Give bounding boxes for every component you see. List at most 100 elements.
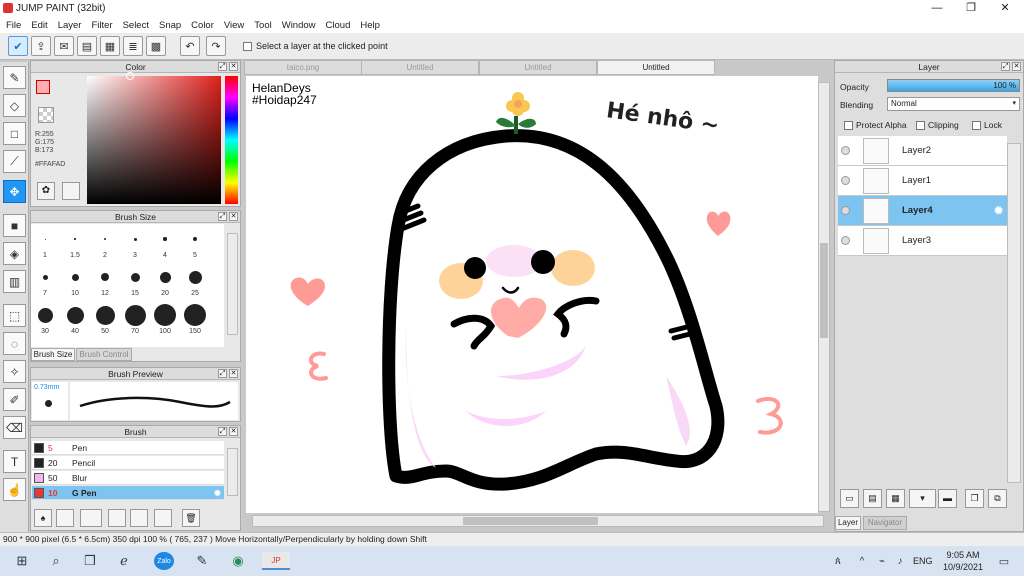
zalo-icon[interactable]: Zalo — [154, 552, 174, 570]
panel-float-icon[interactable]: ⤢ — [218, 212, 227, 221]
menu-snap[interactable]: Snap — [155, 20, 187, 31]
menu-color[interactable]: Color — [187, 20, 220, 31]
new-layer-image-icon[interactable]: ▤ — [863, 489, 882, 508]
edge-icon[interactable]: ℯ — [114, 552, 134, 570]
browser-icon[interactable]: ◉ — [228, 552, 248, 570]
brush-size-dot[interactable] — [188, 270, 202, 284]
brush-size-dot[interactable] — [101, 273, 109, 281]
menu-file[interactable]: File — [2, 20, 27, 31]
canvas-vscroll[interactable] — [818, 82, 830, 512]
fill-rect-icon[interactable]: ■ — [3, 214, 26, 237]
paint-icon[interactable]: ✎ — [192, 552, 212, 570]
layer-list-scrollbar[interactable] — [1007, 143, 1021, 483]
brush-menu-icon[interactable] — [80, 509, 102, 527]
visibility-icon[interactable] — [841, 206, 850, 215]
layer-row[interactable]: Layer3 — [838, 226, 1007, 256]
tab-navigator[interactable]: Navigator — [863, 516, 907, 530]
panel-close-icon[interactable]: ✕ — [229, 369, 238, 378]
menu-view[interactable]: View — [220, 20, 250, 31]
brush-size-dot[interactable] — [37, 307, 53, 323]
brush-item[interactable]: 5 Pen — [32, 441, 224, 455]
eyedropper-icon[interactable] — [62, 182, 80, 200]
tab-brush-size[interactable]: Brush Size — [31, 348, 75, 361]
protect-alpha-checkbox[interactable] — [844, 121, 853, 130]
menu-filter[interactable]: Filter — [87, 20, 118, 31]
brush-size-dot[interactable] — [133, 237, 137, 241]
brush-item-selected[interactable]: 10 G Pen ✹ — [32, 486, 224, 500]
layer-settings-icon[interactable]: ✹ — [993, 203, 1004, 219]
volume-icon[interactable]: ♪ — [890, 552, 910, 570]
brush-item[interactable]: 50 Blur — [32, 471, 224, 485]
move-tool-icon[interactable]: ✥ — [3, 180, 26, 203]
panel-close-icon[interactable]: ✕ — [229, 427, 238, 436]
menu-help[interactable]: Help — [356, 20, 386, 31]
grid-icon[interactable]: ▩ — [146, 36, 166, 56]
menu-window[interactable]: Window — [278, 20, 322, 31]
selection-pen-icon[interactable]: ✐ — [3, 388, 26, 411]
tab-taico[interactable]: taico.png — [244, 60, 362, 75]
duplicate-icon[interactable] — [154, 509, 172, 527]
trash-icon[interactable]: 🗑 — [182, 509, 200, 527]
bucket-tool-icon[interactable]: ◈ — [3, 242, 26, 265]
duplicate-layer-icon[interactable]: ❐ — [965, 489, 984, 508]
tab-untitled-1[interactable]: Untitled — [361, 60, 479, 75]
panel-close-icon[interactable]: ✕ — [1012, 62, 1021, 71]
undo-icon[interactable]: ↶ — [180, 36, 200, 56]
panel-close-icon[interactable]: ✕ — [229, 62, 238, 71]
panel-close-icon[interactable]: ✕ — [229, 212, 238, 221]
brush-item[interactable]: 20 Pencil — [32, 456, 224, 470]
brush-size-dot[interactable] — [71, 273, 79, 281]
hue-slider[interactable] — [225, 76, 238, 204]
brush-size-dot[interactable] — [104, 238, 106, 240]
people-icon[interactable]: ጰ — [828, 552, 848, 570]
minimize-button[interactable]: — — [920, 0, 954, 17]
lock-checkbox[interactable] — [972, 121, 981, 130]
hand-tool-icon[interactable]: ☝ — [3, 478, 26, 501]
list-icon[interactable]: ≣ — [123, 36, 143, 56]
menu-edit[interactable]: Edit — [27, 20, 53, 31]
page-icon[interactable]: ▦ — [100, 36, 120, 56]
layer-row[interactable]: Layer2 — [838, 136, 1007, 166]
menu-cloud[interactable]: Cloud — [322, 20, 357, 31]
color-saturation-field[interactable] — [87, 76, 221, 204]
visibility-icon[interactable] — [841, 176, 850, 185]
primary-color-swatch[interactable] — [36, 80, 50, 94]
drawing-canvas[interactable]: HelanDeys #Hoidap247 Hé nhô ~ — [246, 76, 818, 513]
panel-float-icon[interactable]: ⤢ — [218, 62, 227, 71]
layer-folder-icon[interactable]: ▬ — [938, 489, 957, 508]
brush-tool-icon[interactable]: ♠ — [34, 509, 52, 527]
new-brush-icon[interactable] — [56, 509, 74, 527]
menu-layer[interactable]: Layer — [54, 20, 88, 31]
tab-untitled-active[interactable]: Untitled — [597, 60, 715, 75]
select-layer-checkbox[interactable] — [243, 42, 252, 51]
brush-size-dot[interactable] — [42, 274, 48, 280]
windows-start-icon[interactable]: ⊞ — [12, 552, 32, 570]
magic-wand-icon[interactable]: ✧ — [3, 360, 26, 383]
text-tool-icon[interactable]: T — [3, 450, 26, 473]
new-layer-icon[interactable]: ▭ — [840, 489, 859, 508]
tab-layer[interactable]: Layer — [835, 516, 861, 530]
palette-icon[interactable]: ✿ — [37, 182, 55, 200]
panel-float-icon[interactable]: ⤢ — [1001, 62, 1010, 71]
tab-brush-control[interactable]: Brush Control — [76, 348, 132, 361]
brush-list-scrollbar[interactable] — [227, 448, 238, 496]
layer-row-selected[interactable]: Layer4 ✹ — [838, 196, 1007, 226]
rectangle-select-icon[interactable]: □ — [3, 122, 26, 145]
marquee-tool-icon[interactable]: ⬚ — [3, 304, 26, 327]
share-icon[interactable]: ⇪ — [31, 36, 51, 56]
language-indicator[interactable]: ENG — [913, 556, 933, 566]
maximize-button[interactable]: ❐ — [954, 0, 988, 17]
clock[interactable]: 9:05 AM 10/9/2021 — [938, 549, 988, 573]
chevron-up-icon[interactable]: ^ — [852, 552, 872, 570]
pen-tool-icon[interactable]: ✎ — [3, 66, 26, 89]
brush-size-dot[interactable] — [163, 237, 167, 241]
visibility-icon[interactable] — [841, 236, 850, 245]
brush-size-dot[interactable] — [44, 238, 46, 240]
redo-icon[interactable]: ↷ — [206, 36, 226, 56]
clipping-checkbox[interactable] — [916, 121, 925, 130]
brush-size-dot[interactable] — [154, 304, 176, 326]
canvas-hscroll[interactable] — [252, 515, 824, 527]
brush-size-dot[interactable] — [130, 272, 140, 282]
notification-icon[interactable]: ▭ — [994, 552, 1014, 570]
brush-size-dot[interactable] — [124, 304, 146, 326]
